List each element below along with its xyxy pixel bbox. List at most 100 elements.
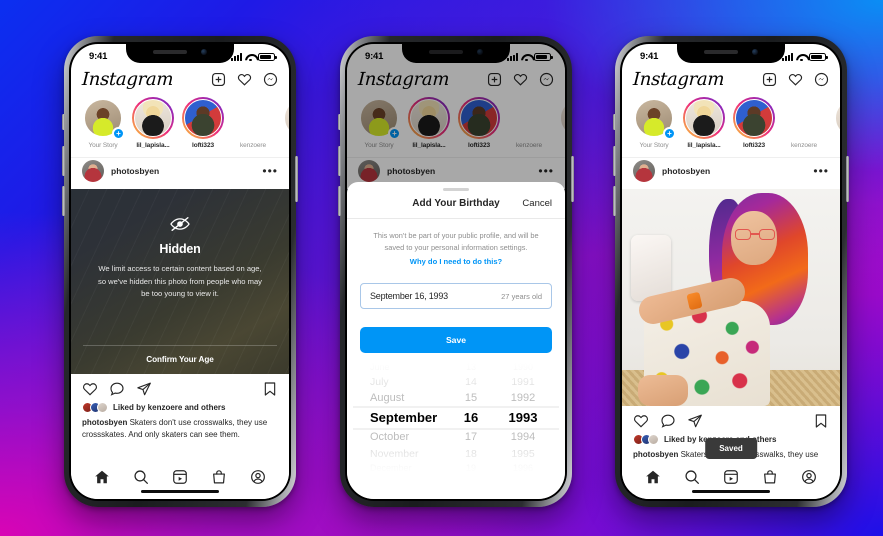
picker-item-selected[interactable]: 16 xyxy=(464,407,478,429)
activity-heart-icon[interactable] xyxy=(788,72,803,87)
picker-item[interactable]: 14 xyxy=(465,374,477,390)
why-do-i-need-this-link[interactable]: Why do I need to do this? xyxy=(347,257,565,266)
caption-author[interactable]: photosbyen xyxy=(82,418,127,427)
picker-item-selected[interactable]: 1993 xyxy=(509,407,538,429)
picker-item[interactable]: 13 xyxy=(466,363,476,374)
cancel-button[interactable]: Cancel xyxy=(522,198,552,209)
activity-heart-icon[interactable] xyxy=(237,72,252,87)
avatar[interactable] xyxy=(633,160,655,182)
caption-author[interactable]: photosbyen xyxy=(633,450,678,459)
picker-item[interactable]: August xyxy=(370,390,404,407)
story-item-lofti323[interactable]: lofti323 xyxy=(182,97,224,149)
post-more-options-icon[interactable]: ••• xyxy=(813,165,829,177)
picker-item[interactable]: 1992 xyxy=(511,390,535,407)
tab-profile[interactable] xyxy=(250,469,266,485)
birthday-value: September 16, 1993 xyxy=(370,291,448,302)
post-photo[interactable] xyxy=(622,189,840,406)
stories-tray[interactable]: + Your Story lil_lapisla... lofti323 ken… xyxy=(622,97,840,157)
post-author[interactable]: photosbyen xyxy=(662,166,806,176)
picker-item[interactable]: 1994 xyxy=(511,429,535,446)
post-more-options-icon[interactable]: ••• xyxy=(262,165,278,177)
power-button[interactable] xyxy=(295,156,298,202)
save-icon[interactable] xyxy=(813,413,829,429)
tab-home[interactable] xyxy=(645,469,661,485)
story-item-your-story[interactable]: + Your Story xyxy=(633,97,676,149)
likes-text[interactable]: Liked by kenzoere and others xyxy=(113,403,225,412)
volume-up-button[interactable] xyxy=(62,146,65,176)
tab-reels[interactable] xyxy=(172,469,188,485)
story-item-lofti323[interactable]: lofti323 xyxy=(733,97,775,149)
picker-item[interactable]: 1991 xyxy=(511,374,534,390)
comment-icon[interactable] xyxy=(109,381,125,397)
comment-icon[interactable] xyxy=(660,413,676,429)
story-item-lil-lapisla[interactable]: lil_lapisla... xyxy=(132,97,174,149)
add-story-badge[interactable]: + xyxy=(663,127,676,140)
date-picker[interactable]: Month June July August September October… xyxy=(347,363,565,474)
picker-item[interactable]: November xyxy=(370,446,418,462)
mute-switch[interactable] xyxy=(613,114,616,130)
phone-hidden-post: 9:41 Instagram + Your Story lil_lapisla.… xyxy=(62,36,298,507)
volume-down-button[interactable] xyxy=(613,186,616,216)
add-post-icon[interactable] xyxy=(211,72,226,87)
date-picker-month-column[interactable]: Month June July August September October… xyxy=(358,363,450,473)
story-item-sapphi[interactable]: sapphi xyxy=(282,97,289,149)
picker-item[interactable]: 17 xyxy=(465,429,477,446)
power-button[interactable] xyxy=(846,156,849,202)
tab-bar xyxy=(71,461,289,499)
picker-item[interactable]: 15 xyxy=(465,390,477,407)
post-author[interactable]: photosbyen xyxy=(111,166,255,176)
story-item-sapphi[interactable]: sapphi xyxy=(833,97,840,149)
mute-switch[interactable] xyxy=(338,114,341,130)
picker-item[interactable]: October xyxy=(370,429,409,446)
story-item-your-story[interactable]: + Your Story xyxy=(82,97,125,149)
picker-item[interactable]: 1996 xyxy=(513,462,533,473)
tab-profile[interactable] xyxy=(801,469,817,485)
tab-search[interactable] xyxy=(684,469,700,485)
power-button[interactable] xyxy=(571,156,574,202)
add-story-badge[interactable]: + xyxy=(112,127,125,140)
save-icon[interactable] xyxy=(262,381,278,397)
avatar[interactable] xyxy=(82,160,104,182)
picker-item[interactable]: December xyxy=(370,462,412,473)
like-icon[interactable] xyxy=(633,413,649,429)
messenger-icon[interactable] xyxy=(263,72,278,87)
volume-down-button[interactable] xyxy=(338,186,341,216)
tab-shop[interactable] xyxy=(762,469,778,485)
post-media[interactable] xyxy=(622,189,840,406)
story-item-lil-lapisla[interactable]: lil_lapisla... xyxy=(683,97,725,149)
picker-item[interactable]: June xyxy=(370,363,390,374)
volume-up-button[interactable] xyxy=(338,146,341,176)
hidden-content-overlay: Hidden We limit access to certain conten… xyxy=(71,189,289,374)
post-media: Hidden We limit access to certain conten… xyxy=(71,189,289,374)
home-indicator[interactable] xyxy=(141,489,219,493)
picker-item[interactable]: July xyxy=(370,374,389,390)
picker-item[interactable]: 1990 xyxy=(513,363,533,374)
tab-reels[interactable] xyxy=(723,469,739,485)
saved-toast: Saved xyxy=(705,438,757,459)
save-button[interactable]: Save xyxy=(360,327,552,354)
tab-search[interactable] xyxy=(133,469,149,485)
picker-item[interactable]: 1995 xyxy=(511,446,534,462)
messenger-icon[interactable] xyxy=(814,72,829,87)
picker-item[interactable]: 19 xyxy=(466,462,476,473)
home-indicator[interactable] xyxy=(692,489,770,493)
story-item-kenzoere[interactable]: kenzoere xyxy=(783,97,825,149)
device-notch xyxy=(126,44,234,63)
tab-home[interactable] xyxy=(94,469,110,485)
add-post-icon[interactable] xyxy=(762,72,777,87)
tab-shop[interactable] xyxy=(211,469,227,485)
date-picker-year-column[interactable]: Year 1990 1991 1992 1993 1994 1995 1996 … xyxy=(492,363,554,473)
volume-down-button[interactable] xyxy=(62,186,65,216)
picker-item[interactable]: 18 xyxy=(465,446,477,462)
date-picker-day-column[interactable]: Day 13 14 15 16 17 18 19 20 xyxy=(450,363,492,473)
story-item-kenzoere[interactable]: kenzoere xyxy=(232,97,274,149)
confirm-your-age-button[interactable]: Confirm Your Age xyxy=(83,345,277,374)
like-icon[interactable] xyxy=(82,381,98,397)
share-icon[interactable] xyxy=(687,413,703,429)
birthday-field[interactable]: September 16, 1993 27 years old xyxy=(360,283,552,310)
mute-switch[interactable] xyxy=(62,114,65,130)
picker-item-selected[interactable]: September xyxy=(370,407,437,429)
share-icon[interactable] xyxy=(136,381,152,397)
volume-up-button[interactable] xyxy=(613,146,616,176)
stories-tray[interactable]: + Your Story lil_lapisla... lofti323 ken… xyxy=(71,97,289,157)
